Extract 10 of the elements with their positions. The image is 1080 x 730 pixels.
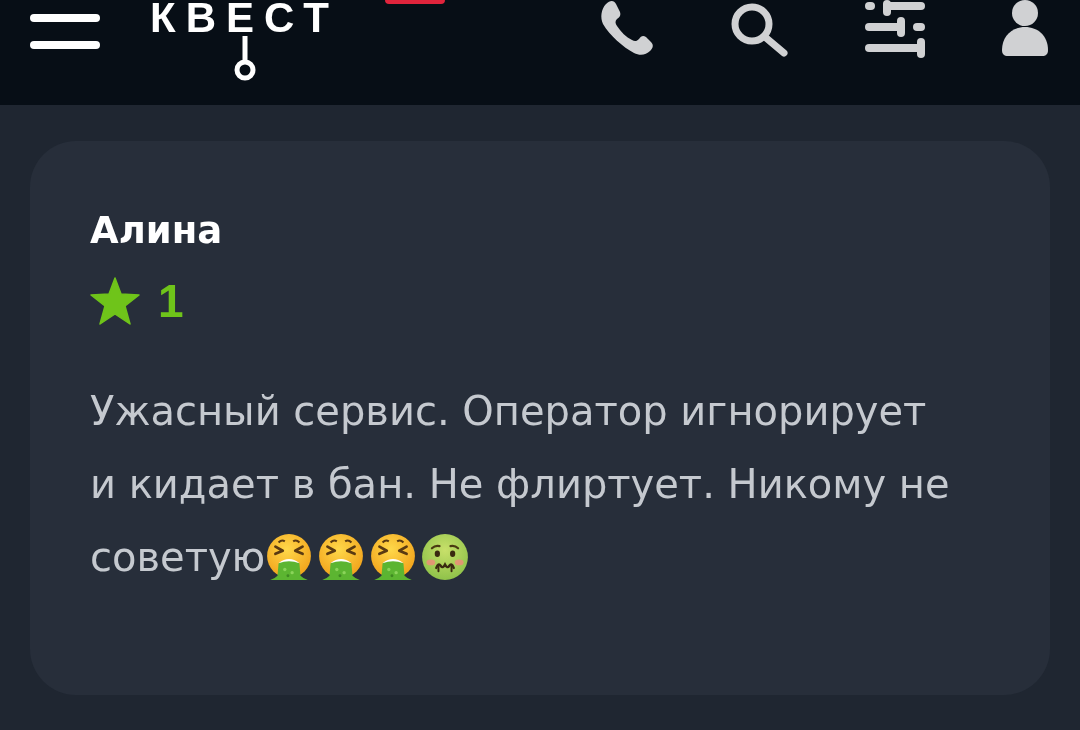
key-ring-icon	[234, 36, 256, 82]
menu-icon[interactable]	[30, 13, 100, 51]
review-text: Ужасный сервис. Оператор игнорирует и кидает в бан. Не флиртует. Никому не советую	[90, 388, 950, 581]
rating-value: 1	[158, 278, 184, 325]
star-icon	[90, 277, 140, 326]
logo-text[interactable]: КВЕСТ	[150, 0, 380, 39]
sliders-icon[interactable]	[864, 0, 926, 58]
user-icon[interactable]	[1000, 0, 1050, 56]
author-name: Алина	[90, 209, 224, 254]
badge-icon	[385, 0, 445, 4]
